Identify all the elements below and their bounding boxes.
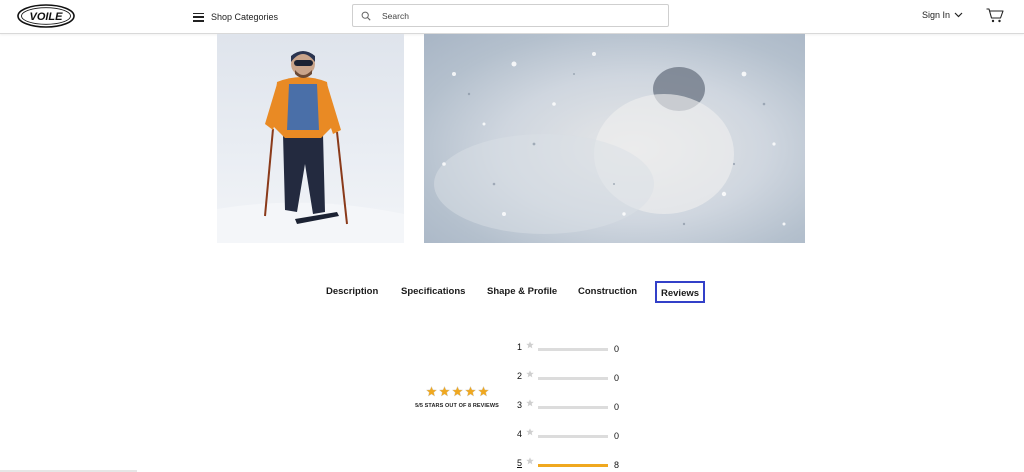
review-summary: 5/5 STARS OUT OF 8 REVIEWS	[404, 386, 510, 409]
star-icon	[526, 457, 534, 465]
search-box[interactable]	[352, 4, 669, 27]
shop-categories-label: Shop Categories	[211, 12, 279, 22]
average-rating-stars	[404, 386, 510, 397]
star-icon	[526, 399, 534, 407]
rating-count: 0	[614, 431, 620, 441]
rating-label: 2	[517, 371, 523, 381]
cart-icon[interactable]	[986, 8, 1004, 23]
star-icon	[477, 386, 489, 397]
rating-label: 1	[517, 342, 523, 352]
rating-count: 0	[614, 344, 620, 354]
skier-illustration	[217, 51, 404, 243]
tab-description[interactable]: Description	[326, 281, 378, 303]
site-header: VOILE Shop Categories Sign In	[0, 0, 1024, 34]
rating-bar	[538, 376, 608, 380]
star-icon	[526, 428, 534, 436]
search-icon	[361, 11, 371, 21]
rating-row-2: 2 0	[517, 370, 620, 383]
powder-spray-illustration	[434, 52, 786, 234]
tab-reviews[interactable]: Reviews	[655, 281, 706, 303]
rating-count: 0	[614, 373, 620, 383]
review-summary-text: 5/5 STARS OUT OF 8 REVIEWS	[415, 403, 499, 409]
sign-in-label: Sign In	[922, 10, 951, 20]
chevron-down-icon	[954, 12, 963, 18]
rating-bar	[538, 434, 608, 438]
search-input[interactable]	[380, 9, 664, 22]
rating-bar	[538, 463, 608, 467]
star-icon	[425, 386, 437, 397]
rating-label: 4	[517, 429, 523, 439]
rating-label: 3	[517, 400, 523, 410]
rating-bar	[538, 347, 608, 351]
tab-specifications[interactable]: Specifications	[401, 281, 465, 303]
product-tabs: Description Specifications Shape & Profi…	[0, 281, 1024, 303]
sign-in-dropdown[interactable]: Sign In	[922, 10, 963, 20]
tab-construction[interactable]: Construction	[578, 281, 637, 303]
product-photo-skier-standing	[217, 34, 404, 243]
rating-count: 8	[614, 460, 620, 470]
rating-row-5[interactable]: 5 8	[517, 457, 620, 470]
tab-shape-profile[interactable]: Shape & Profile	[487, 281, 557, 303]
rating-count: 0	[614, 402, 620, 412]
rating-row-1: 1 0	[517, 341, 620, 354]
rating-bar	[538, 405, 608, 409]
star-icon	[526, 341, 534, 349]
star-icon	[451, 386, 463, 397]
hamburger-icon	[193, 12, 204, 22]
star-icon	[526, 370, 534, 378]
star-icon	[464, 386, 476, 397]
voile-logo[interactable]: VOILE	[16, 3, 76, 29]
rating-filter-link[interactable]: 5	[517, 458, 524, 468]
star-icon	[438, 386, 450, 397]
svg-text:VOILE: VOILE	[29, 11, 63, 23]
product-photo-powder-spray	[424, 34, 805, 243]
rating-row-3: 3 0	[517, 399, 620, 412]
shop-categories-menu[interactable]: Shop Categories	[193, 9, 278, 25]
rating-row-4: 4 0	[517, 428, 620, 441]
